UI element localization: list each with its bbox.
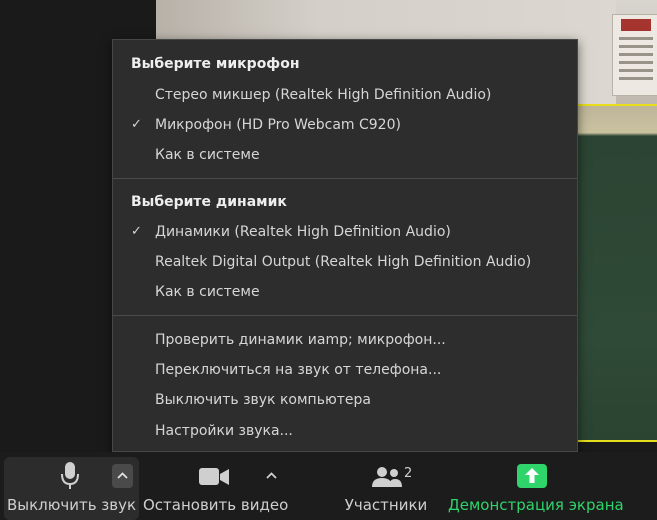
menu-item-label: Проверить динамик иamp; микрофон... <box>155 332 446 348</box>
speaker-option-system[interactable]: Как в системе <box>113 278 577 306</box>
menu-divider <box>113 315 577 316</box>
active-speaker-video-tile[interactable] <box>570 104 657 442</box>
participants-icon <box>372 467 402 487</box>
mic-option-system[interactable]: Как в системе <box>113 141 577 169</box>
participants-label: Участники <box>344 496 428 514</box>
menu-item-label: Микрофон (HD Pro Webcam C920) <box>155 117 401 133</box>
participants-button[interactable]: 2 Участники <box>340 452 432 520</box>
checkmark-icon: ✓ <box>131 117 142 132</box>
chevron-up-icon <box>117 472 128 479</box>
checkmark-icon: ✓ <box>131 224 142 239</box>
poster-line <box>619 69 653 72</box>
menu-item-label: Динамики (Realtek High Definition Audio) <box>155 224 451 240</box>
mic-option-stereo-mix[interactable]: Стерео микшер (Realtek High Definition A… <box>113 81 577 109</box>
meeting-toolbar: Выключить звук Остановить видео 2 Участн… <box>0 452 657 520</box>
stop-video-label: Остановить видео <box>143 496 289 514</box>
zoom-meeting-window: Выберите микрофон Стерео микшер (Realtek… <box>0 0 657 520</box>
share-screen-button[interactable]: Демонстрация экрана <box>448 452 624 520</box>
audio-options-caret[interactable] <box>112 464 133 488</box>
menu-item-label: Выключить звук компьютера <box>155 392 371 408</box>
participants-count: 2 <box>404 466 413 481</box>
mic-option-webcam[interactable]: ✓ Микрофон (HD Pro Webcam C920) <box>113 111 577 139</box>
share-screen-label: Демонстрация экрана <box>448 496 624 514</box>
poster-header <box>621 19 651 31</box>
test-speaker-mic-item[interactable]: Проверить динамик иamp; микрофон... <box>113 326 577 354</box>
menu-item-label: Как в системе <box>155 147 260 163</box>
speaker-option-realtek[interactable]: ✓ Динамики (Realtek High Definition Audi… <box>113 218 577 246</box>
wall-poster <box>612 14 657 96</box>
menu-item-label: Настройки звука... <box>155 423 293 439</box>
menu-item-label: Как в системе <box>155 284 260 300</box>
speaker-section-header: Выберите динамик <box>131 194 287 210</box>
mic-section-header: Выберите микрофон <box>131 56 300 72</box>
chevron-up-icon <box>266 472 277 479</box>
speaker-option-digital-output[interactable]: Realtek Digital Output (Realtek High Def… <box>113 248 577 276</box>
audio-options-menu: Выберите микрофон Стерео микшер (Realtek… <box>112 39 578 452</box>
mute-button-label: Выключить звук <box>6 496 137 514</box>
menu-item-label: Переключиться на звук от телефона... <box>155 362 442 378</box>
menu-item-label: Realtek Digital Output (Realtek High Def… <box>155 254 532 270</box>
poster-line <box>619 45 653 48</box>
audio-settings-item[interactable]: Настройки звука... <box>113 417 577 445</box>
video-camera-icon <box>199 468 229 485</box>
switch-to-phone-audio-item[interactable]: Переключиться на звук от телефона... <box>113 356 577 384</box>
poster-line <box>619 37 653 40</box>
leave-computer-audio-item[interactable]: Выключить звук компьютера <box>113 386 577 414</box>
poster-line <box>619 77 653 80</box>
share-screen-icon <box>517 464 547 488</box>
menu-item-label: Стерео микшер (Realtek High Definition A… <box>155 87 492 103</box>
menu-divider <box>113 178 577 179</box>
poster-line <box>619 61 653 64</box>
video-options-caret[interactable] <box>261 464 282 488</box>
poster-line <box>619 53 653 56</box>
microphone-icon <box>61 462 79 489</box>
